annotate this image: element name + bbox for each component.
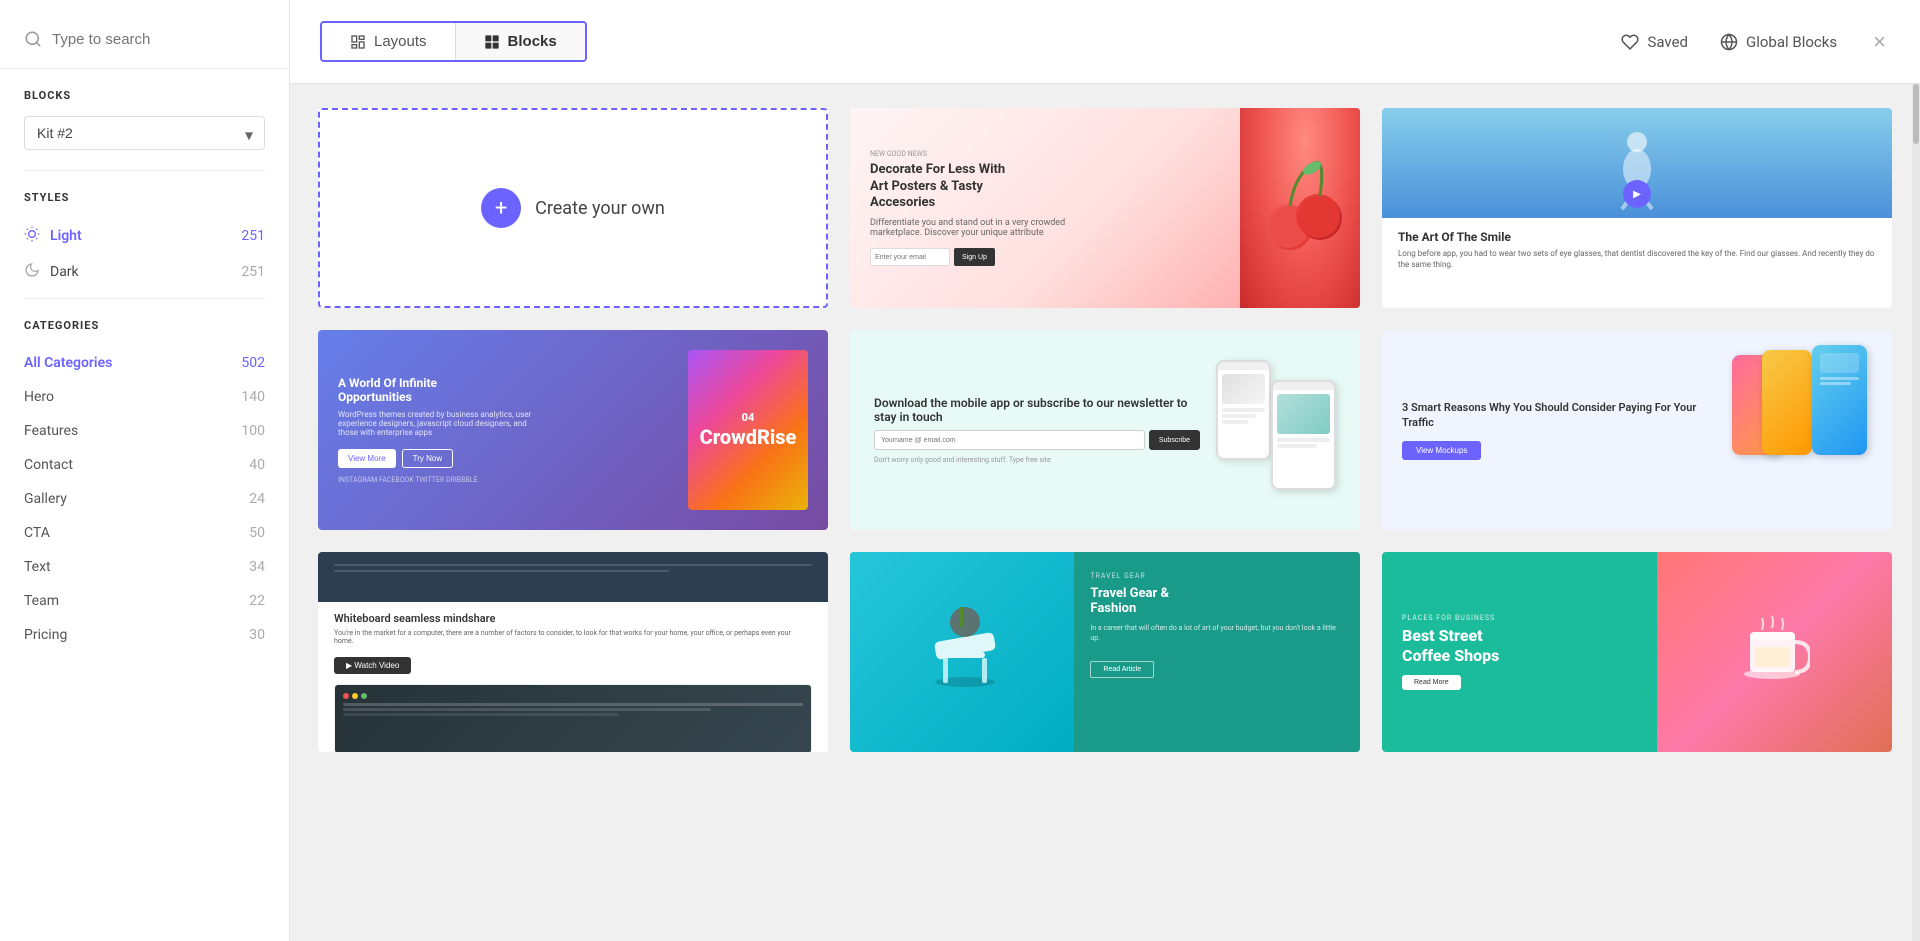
tab-blocks-label: Blocks: [508, 33, 557, 50]
category-count: 30: [249, 627, 265, 643]
category-item-pricing[interactable]: Pricing 30: [24, 618, 265, 652]
category-label: Pricing: [24, 627, 67, 643]
category-count: 100: [241, 423, 265, 439]
search-bar: [0, 20, 289, 69]
blocks-grid: + Create your own NEW GOOD NEWS Decorate…: [318, 108, 1892, 752]
category-count: 40: [249, 457, 265, 473]
kit-select[interactable]: Kit #2 Kit #1 Kit #3: [24, 116, 265, 150]
create-label: Create your own: [535, 198, 665, 219]
category-label: Gallery: [24, 491, 67, 507]
category-item-cta[interactable]: CTA 50: [24, 516, 265, 550]
category-label: Team: [24, 593, 59, 609]
category-item-gallery[interactable]: Gallery 24: [24, 482, 265, 516]
content-area: + Create your own NEW GOOD NEWS Decorate…: [290, 84, 1920, 941]
search-icon: [24, 30, 42, 48]
categories-title: CATEGORIES: [24, 319, 265, 332]
moon-icon: [24, 262, 40, 282]
styles-title: STYLES: [24, 191, 265, 204]
style-item-light[interactable]: Light 251: [24, 218, 265, 254]
style-label-light: Light: [50, 228, 82, 244]
category-count: 24: [249, 491, 265, 507]
header: Layouts Blocks Saved: [290, 0, 1920, 84]
category-item-text[interactable]: Text 34: [24, 550, 265, 584]
card-mockup-app: 3 Smart Reasons Why You Should Consider …: [1382, 330, 1892, 530]
heart-icon: [1621, 33, 1639, 51]
blocks-icon: [484, 34, 500, 50]
saved-link[interactable]: Saved: [1621, 33, 1688, 51]
category-item-hero[interactable]: Hero 140: [24, 380, 265, 414]
tab-blocks[interactable]: Blocks: [456, 23, 585, 60]
blocks-title: BLOCKS: [24, 89, 265, 102]
style-count-dark: 251: [241, 264, 265, 280]
globe-icon: [1720, 33, 1738, 51]
category-count: 140: [241, 389, 265, 405]
header-right: Saved Global Blocks ×: [1621, 27, 1890, 57]
card-mockup-newsletter: Download the mobile app or subscribe to …: [850, 330, 1360, 530]
category-count: 22: [249, 593, 265, 609]
scrollbar-thumb[interactable]: [1913, 84, 1919, 144]
scrollbar-track[interactable]: [1912, 84, 1920, 941]
category-count: 34: [249, 559, 265, 575]
card-mockup-ecommerce: NEW GOOD NEWS Decorate For Less WithArt …: [850, 108, 1360, 308]
style-item-dark[interactable]: Dark 251: [24, 254, 265, 290]
global-blocks-label: Global Blocks: [1746, 33, 1837, 51]
category-item-all[interactable]: All Categories 502: [24, 346, 265, 380]
block-card-whiteboard[interactable]: PRO Whiteboard seamless mindshare You're…: [318, 552, 828, 752]
block-card-ecommerce[interactable]: NEW GOOD NEWS Decorate For Less WithArt …: [850, 108, 1360, 308]
sidebar: BLOCKS Kit #2 Kit #1 Kit #3 STYLES: [0, 0, 290, 941]
category-item-features[interactable]: Features 100: [24, 414, 265, 448]
card-mockup-whiteboard: Whiteboard seamless mindshare You're in …: [318, 552, 828, 752]
saved-label: Saved: [1647, 33, 1688, 51]
styles-section: STYLES Light: [0, 171, 289, 290]
category-label: Hero: [24, 389, 54, 405]
layouts-icon: [350, 34, 366, 50]
category-label: Contact: [24, 457, 73, 473]
category-label: All Categories: [24, 355, 112, 371]
close-button[interactable]: ×: [1869, 27, 1890, 57]
global-blocks-link[interactable]: Global Blocks: [1720, 33, 1837, 51]
create-own-card[interactable]: + Create your own: [318, 108, 828, 308]
category-item-contact[interactable]: Contact 40: [24, 448, 265, 482]
block-card-travel[interactable]: TRAVEL GEAR Travel Gear &Fashion In a ca…: [850, 552, 1360, 752]
card-mockup-hero: A World Of InfiniteOpportunities WordPre…: [318, 330, 828, 530]
main-area: Layouts Blocks Saved: [290, 0, 1920, 941]
category-count: 50: [249, 525, 265, 541]
block-card-newsletter[interactable]: Download the mobile app or subscribe to …: [850, 330, 1360, 530]
search-input[interactable]: [52, 31, 265, 48]
style-count-light: 251: [241, 228, 265, 244]
kit-select-wrapper: Kit #2 Kit #1 Kit #3: [24, 116, 265, 154]
block-card-app-features[interactable]: 3 Smart Reasons Why You Should Consider …: [1382, 330, 1892, 530]
block-card-art-smile[interactable]: ▶ The Art Of The Smile Long before app, …: [1382, 108, 1892, 308]
tab-layouts[interactable]: Layouts: [322, 23, 456, 60]
block-card-coffee[interactable]: PLACES FOR BUSINESS Best StreetCoffee Sh…: [1382, 552, 1892, 752]
card-mockup-travel: TRAVEL GEAR Travel Gear &Fashion In a ca…: [850, 552, 1360, 752]
create-icon: +: [481, 188, 521, 228]
style-label-dark: Dark: [50, 264, 79, 280]
category-item-team[interactable]: Team 22: [24, 584, 265, 618]
tab-layouts-label: Layouts: [374, 33, 427, 50]
category-label: Text: [24, 559, 51, 575]
tab-group: Layouts Blocks: [320, 21, 587, 62]
header-tabs: Layouts Blocks: [320, 21, 587, 62]
blocks-section: BLOCKS Kit #2 Kit #1 Kit #3: [0, 69, 289, 154]
block-card-crowdrise[interactable]: PRO A World Of InfiniteOpportunities Wor…: [318, 330, 828, 530]
category-label: Features: [24, 423, 78, 439]
category-count: 502: [241, 355, 265, 371]
category-label: CTA: [24, 525, 50, 541]
sun-icon: [24, 226, 40, 246]
categories-section: CATEGORIES All Categories 502 Hero 140 F…: [0, 299, 289, 921]
